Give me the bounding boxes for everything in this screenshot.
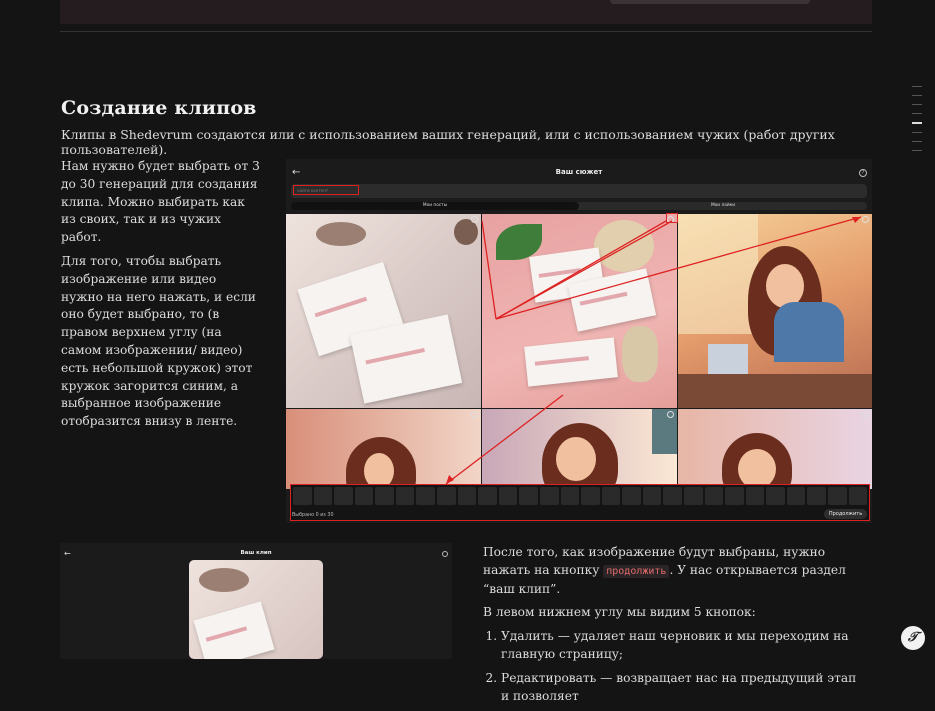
selection-slot	[539, 487, 559, 505]
list-item: Редактировать — возвращает нас на предыд…	[501, 670, 863, 706]
selection-slot	[663, 487, 682, 505]
nav-mark[interactable]	[912, 104, 922, 105]
screenshot-your-clip: ← Ваш клип	[60, 543, 452, 659]
section-title: Создание клипов	[61, 97, 257, 119]
nav-mark[interactable]	[912, 113, 922, 114]
page-navigation[interactable]	[912, 86, 924, 159]
selection-slot	[745, 487, 765, 505]
selection-slot	[601, 487, 621, 505]
arrowhead-icon	[446, 475, 454, 484]
selection-strip: Выбрано 0 из 30 Продолжить	[290, 484, 870, 521]
selection-slot	[683, 487, 703, 505]
annotation-line	[495, 216, 862, 320]
previous-block-control	[610, 0, 810, 4]
selection-slot	[334, 487, 353, 505]
annotation-line	[481, 220, 497, 320]
selection-slot	[313, 487, 333, 505]
selection-slots	[293, 487, 868, 505]
help-icon[interactable]	[442, 551, 448, 557]
selection-slot	[642, 487, 662, 505]
shell-illustration	[199, 568, 249, 592]
selection-slot	[457, 487, 477, 505]
selection-slot	[416, 487, 436, 505]
selection-slot	[848, 487, 868, 505]
typography-toggle-icon[interactable]: 𝒯	[901, 626, 925, 650]
right-text-column: После того, как изображение будут выбран…	[483, 544, 863, 711]
selection-slot	[581, 487, 600, 505]
nav-mark[interactable]	[912, 141, 922, 142]
selection-slot	[807, 487, 827, 505]
continue-button[interactable]: Продолжить	[824, 509, 867, 519]
previous-block	[60, 0, 872, 24]
annotation-line	[495, 220, 673, 320]
nav-mark[interactable]	[912, 95, 922, 96]
selection-slot	[786, 487, 806, 505]
nav-mark[interactable]	[912, 150, 922, 151]
nav-mark[interactable]	[912, 132, 922, 133]
selection-slot	[766, 487, 785, 505]
clip-title: Ваш клип	[240, 550, 272, 556]
selection-slot	[354, 487, 374, 505]
selection-slot	[395, 487, 415, 505]
selection-slot	[704, 487, 724, 505]
selection-slot	[375, 487, 394, 505]
list-item: Удалить — удаляет наш черновик и мы пере…	[501, 628, 863, 664]
selection-slot	[828, 487, 847, 505]
selection-slot	[519, 487, 538, 505]
clip-preview[interactable]	[189, 560, 323, 659]
card-illustration	[193, 601, 275, 659]
arrowhead-icon	[852, 217, 861, 223]
selection-slot	[478, 487, 497, 505]
divider	[60, 31, 872, 32]
nav-mark-active[interactable]	[912, 122, 922, 124]
code-continue: продолжить	[603, 564, 670, 578]
left-paragraph-2: Для того, чтобы выбрать изображение или …	[61, 253, 256, 429]
right-paragraph-1: После того, как изображение будут выбран…	[483, 544, 863, 598]
selection-slot	[437, 487, 456, 505]
nav-mark[interactable]	[912, 86, 922, 87]
selection-slot	[498, 487, 518, 505]
selection-slot	[622, 487, 641, 505]
selection-slot	[293, 487, 312, 505]
right-paragraph-2: В левом нижнем углу мы видим 5 кнопок:	[483, 605, 756, 620]
annotation-line	[445, 394, 564, 485]
annotation-arrows	[445, 216, 862, 485]
left-text-column: Нам нужно будет выбрать от 3 до 30 генер…	[61, 158, 261, 437]
screenshot-your-story: ← Ваш сюжет ? Мои посты Мои лайки	[286, 159, 872, 523]
section-intro: Клипы в Shedevrum создаются или с исполь…	[61, 127, 835, 157]
buttons-list: Удалить — удаляет наш черновик и мы пере…	[483, 628, 863, 705]
left-paragraph-1: Нам нужно будет выбрать от 3 до 30 генер…	[61, 159, 260, 245]
selection-slot	[725, 487, 744, 505]
selected-count: Выбрано 0 из 30	[292, 513, 334, 518]
selection-slot	[560, 487, 580, 505]
